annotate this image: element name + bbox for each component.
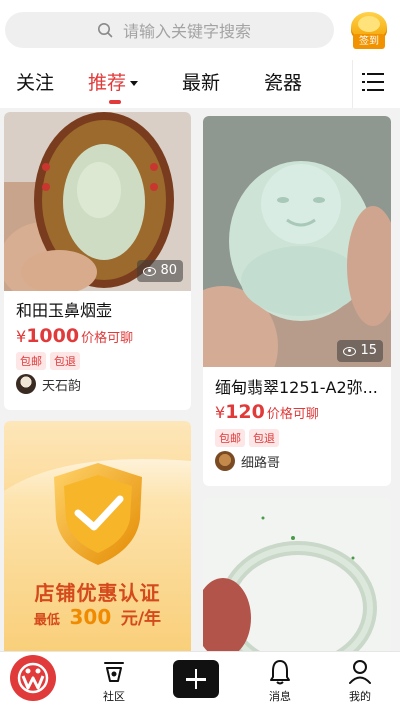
search-input[interactable]: 请输入关键字搜索 — [5, 12, 334, 48]
product-price: ¥1000 价格可聊 — [16, 325, 134, 347]
badge-free-shipping: 包邮 — [215, 429, 245, 447]
user-icon — [349, 660, 371, 684]
nav-community[interactable]: 社区 — [84, 652, 144, 702]
nav-messages[interactable]: 消息 — [250, 652, 310, 702]
product-badges: 包邮 包退 — [16, 352, 80, 370]
product-title: 缅甸翡翠1251-A2弥... — [215, 378, 378, 397]
tab-recommended[interactable]: 推荐 — [88, 68, 139, 95]
nav-home[interactable] — [0, 652, 60, 702]
post-add-button[interactable] — [173, 660, 219, 698]
seller-avatar — [16, 374, 36, 394]
badge-returnable: 包退 — [50, 352, 80, 370]
active-tab-indicator — [109, 100, 121, 104]
signin-label: 签到 — [353, 34, 385, 49]
eye-icon — [143, 266, 157, 276]
seller-info[interactable]: 细路哥 — [215, 451, 280, 471]
signin-button[interactable]: 签到 — [351, 12, 387, 50]
nav-messages-label: 消息 — [269, 690, 291, 702]
search-icon — [98, 23, 113, 38]
view-count: 15 — [337, 340, 383, 362]
badge-free-shipping: 包邮 — [16, 352, 46, 370]
tab-following[interactable]: 关注 — [16, 68, 54, 95]
nav-mine[interactable]: 我的 — [330, 652, 390, 702]
product-price: ¥120 价格可聊 — [215, 401, 319, 423]
tab-recommended-label: 推荐 — [88, 72, 127, 94]
promo-title: 店铺优惠认证 — [34, 581, 161, 605]
category-menu-icon[interactable] — [362, 72, 384, 92]
category-tabs: 关注 推荐 最新 瓷器 — [0, 60, 400, 108]
product-card[interactable]: 80 和田玉鼻烟壶 ¥1000 价格可聊 包邮 包退 天石韵 — [4, 112, 191, 410]
app-root: 请输入关键字搜索 签到 关注 推荐 最新 瓷器 80 和田玉鼻烟壶 ¥1000 … — [0, 0, 400, 702]
bell-icon — [270, 660, 290, 685]
bottom-nav: 社区 消息 我的 — [0, 651, 400, 702]
view-count-value: 15 — [360, 343, 377, 358]
view-count-value: 80 — [160, 263, 177, 278]
caret-down-icon — [130, 81, 139, 86]
promo-banner[interactable]: 店铺优惠认证 最低 300 元/年 — [4, 421, 191, 651]
community-icon — [104, 662, 124, 682]
nav-mine-label: 我的 — [349, 690, 371, 702]
product-image — [203, 116, 391, 367]
eye-icon — [343, 346, 357, 356]
app-logo-icon — [10, 655, 56, 701]
product-title: 和田玉鼻烟壶 — [16, 301, 113, 320]
nav-community-label: 社区 — [103, 690, 125, 702]
badge-returnable: 包退 — [249, 429, 279, 447]
product-card[interactable]: 15 缅甸翡翠1251-A2弥... ¥120 价格可聊 包邮 包退 细路哥 — [203, 116, 391, 486]
seller-avatar — [215, 451, 235, 471]
seller-name: 细路哥 — [241, 455, 281, 471]
tab-latest[interactable]: 最新 — [182, 68, 220, 95]
product-badges: 包邮 包退 — [215, 429, 279, 447]
top-bar: 请输入关键字搜索 签到 — [0, 0, 400, 60]
seller-name: 天石韵 — [42, 378, 82, 394]
seller-info[interactable]: 天石韵 — [16, 374, 81, 394]
view-count: 80 — [137, 260, 183, 282]
promo-subtitle: 最低 300 元/年 — [33, 605, 162, 629]
product-image — [203, 498, 391, 651]
tab-porcelain[interactable]: 瓷器 — [264, 68, 302, 95]
product-card[interactable] — [203, 498, 391, 651]
search-placeholder: 请输入关键字搜索 — [123, 22, 252, 41]
